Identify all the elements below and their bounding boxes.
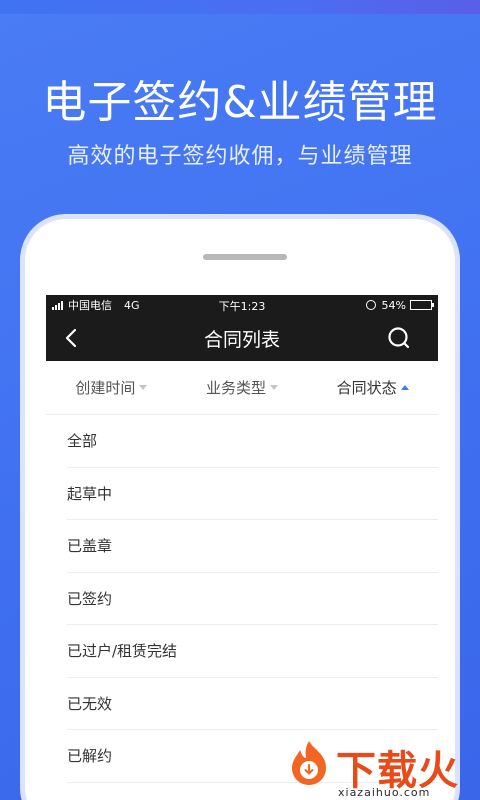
status-option-list: 全部 起草中 已盖章 已签约 已过户/租赁完结 已无效 已解约 (46, 415, 438, 783)
phone-speaker (203, 254, 287, 260)
caret-down-icon (270, 385, 279, 390)
filter-label: 创建时间 (75, 379, 136, 397)
top-strip (0, 0, 480, 14)
page-title: 合同列表 (203, 328, 280, 351)
status-option-all[interactable]: 全部 (67, 415, 438, 468)
phone-screen: 中国电信 4G 下午1:23 54% 合同列表 创建时间 业务类型 合同状态 全… (46, 295, 438, 800)
chevron-left-icon[interactable] (60, 326, 84, 350)
watermark-url: xiazaihuo.com (338, 786, 431, 799)
filter-label: 业务类型 (206, 379, 267, 397)
search-icon[interactable] (386, 325, 412, 351)
filter-label: 合同状态 (336, 379, 397, 397)
flame-icon (292, 741, 326, 785)
caret-down-icon (139, 385, 148, 390)
promo-headline: 电子签约&业绩管理 (42, 77, 438, 128)
filter-business-type[interactable]: 业务类型 (177, 377, 308, 398)
watermark-logo: 下载火 xiazaihuo.com (284, 738, 480, 800)
caret-up-icon (400, 385, 409, 390)
status-option-signed[interactable]: 已签约 (67, 573, 438, 625)
status-time: 下午1:23 (218, 300, 266, 313)
filter-contract-status[interactable]: 合同状态 (307, 377, 438, 398)
status-option-transferred[interactable]: 已过户/租赁完结 (67, 625, 438, 678)
status-option-invalid[interactable]: 已无效 (67, 678, 438, 730)
promo-subline: 高效的电子签约收佣，与业绩管理 (67, 144, 413, 169)
status-option-drafting[interactable]: 起草中 (67, 468, 438, 520)
status-option-stamped[interactable]: 已盖章 (67, 520, 438, 573)
nav-bar: 合同列表 (46, 315, 438, 361)
phone-frame: 中国电信 4G 下午1:23 54% 合同列表 创建时间 业务类型 合同状态 全… (20, 214, 460, 800)
filter-bar: 创建时间 业务类型 合同状态 (46, 361, 438, 415)
battery-icon (410, 300, 434, 310)
status-bar: 中国电信 4G 下午1:23 54% (46, 295, 438, 315)
filter-created-time[interactable]: 创建时间 (46, 377, 177, 398)
rotation-lock-icon (365, 300, 376, 310)
